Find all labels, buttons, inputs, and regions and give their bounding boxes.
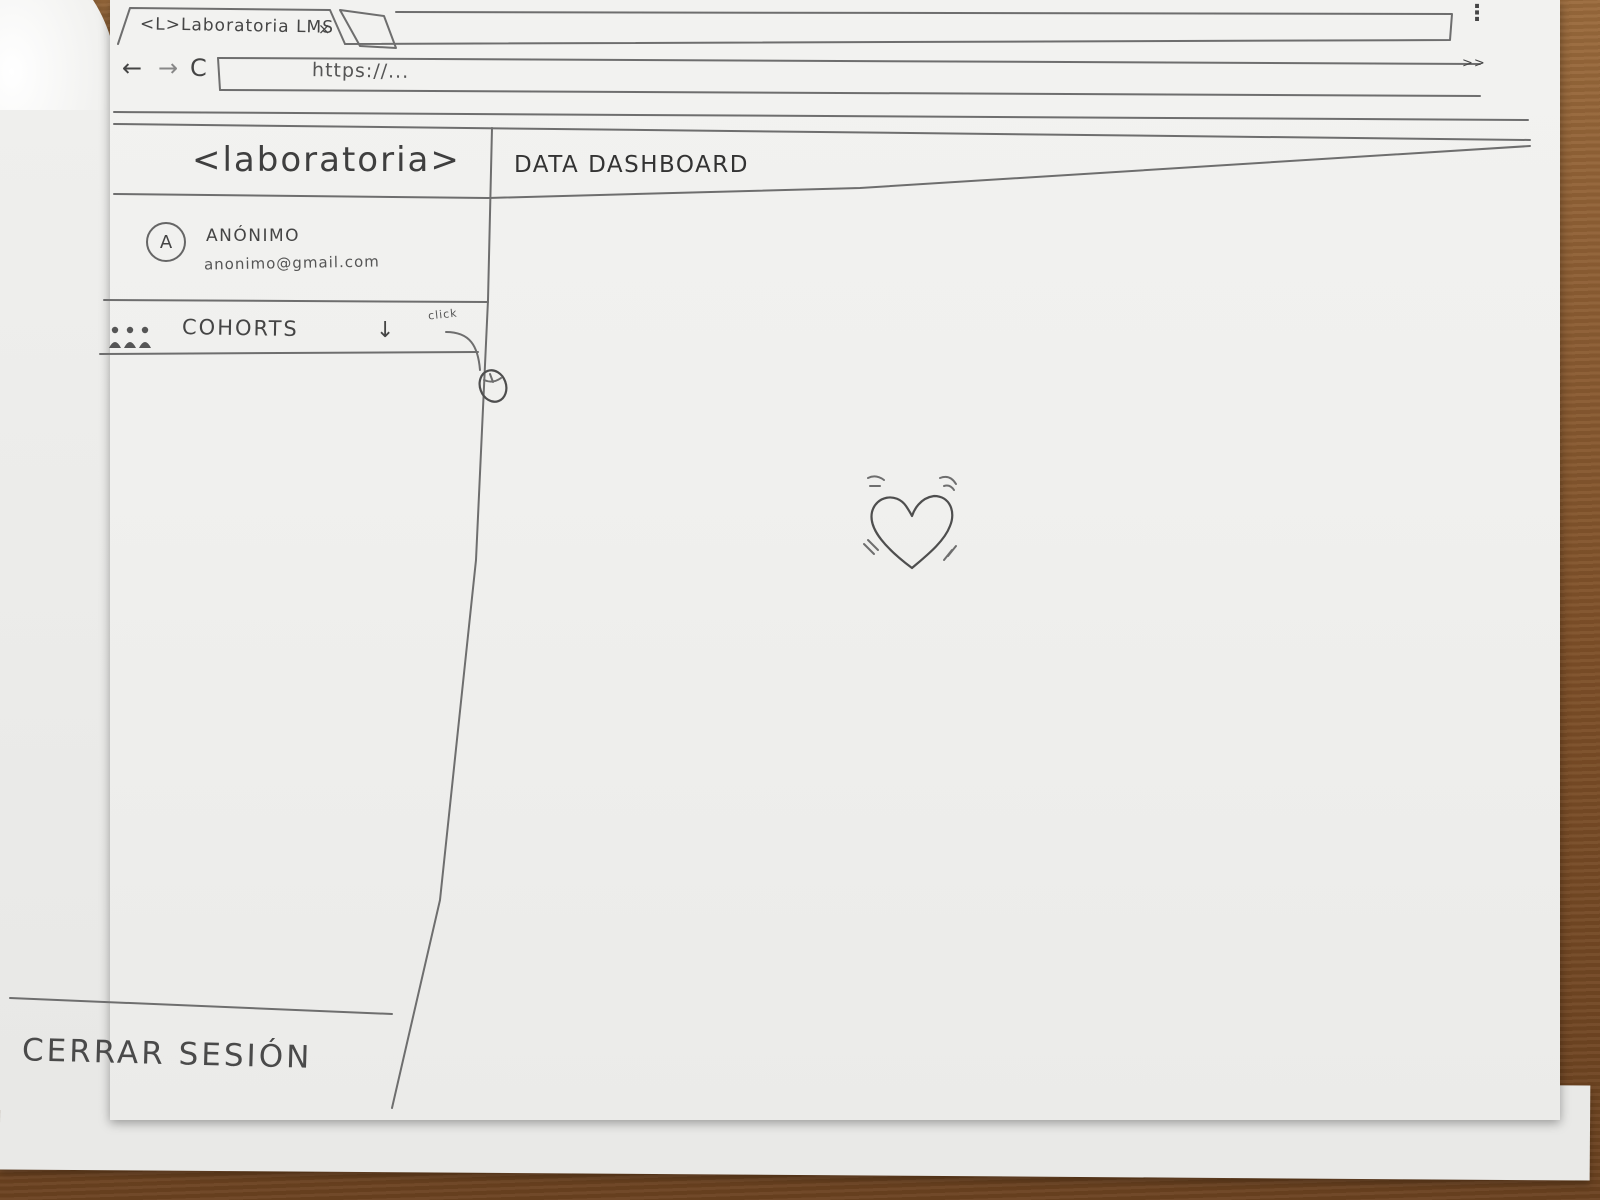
user-email: anonimo@gmail.com (203, 252, 380, 274)
app-logo[interactable]: <laboratoria> (192, 140, 461, 180)
chevron-down-icon[interactable]: ↓ (376, 318, 395, 343)
avatar: A (146, 222, 186, 262)
logout-button[interactable]: CERRAR SESIÓN (22, 1032, 313, 1076)
avatar-letter: A (159, 231, 173, 253)
address-bar[interactable]: https://... (312, 59, 410, 83)
close-tab-icon[interactable]: × (318, 20, 332, 38)
wireframe-lines (9, 7, 1531, 1109)
page-title: DATA DASHBOARD (514, 152, 749, 178)
reload-icon[interactable]: C (190, 54, 208, 82)
browser-menu-icon[interactable]: ⋮ (1466, 3, 1489, 25)
user-name: ANÓNIMO (206, 226, 301, 246)
extensions-more-icon[interactable]: >> (1462, 56, 1486, 71)
cohorts-menu-item[interactable]: COHORTS (182, 315, 299, 341)
people-icon[interactable] (106, 324, 156, 352)
back-arrow-icon[interactable]: ← (122, 54, 143, 82)
forward-arrow-icon[interactable]: → (158, 54, 179, 82)
mouse-icon (478, 369, 508, 403)
browser-tab-title[interactable]: <L>Laboratoria LMS (140, 14, 334, 37)
heart-icon (863, 475, 957, 570)
